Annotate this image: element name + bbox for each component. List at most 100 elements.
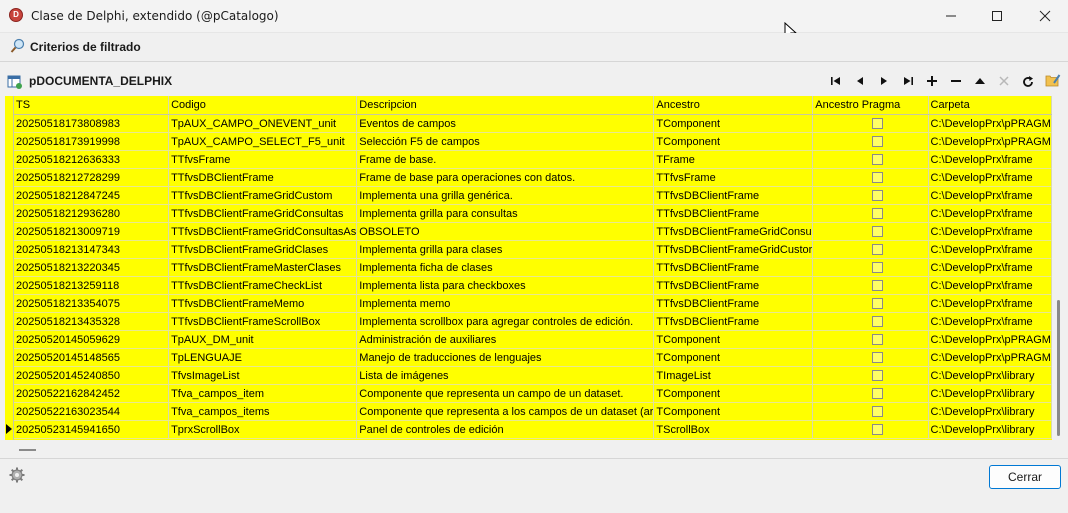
cell-carpeta[interactable]: C:\DevelopPrx\library [928, 384, 1052, 403]
cell-codigo[interactable]: TTfvsDBClientFrameGridConsultasAs [168, 222, 358, 241]
cell-ancestro[interactable]: TComponent [653, 402, 814, 421]
cell-ancestro[interactable]: TComponent [653, 330, 814, 349]
cell-codigo[interactable]: TTfvsDBClientFrameMemo [168, 294, 358, 313]
ancestro-pragma-checkbox[interactable] [872, 226, 884, 237]
cell-ancestro[interactable]: TTfvsDBClientFrame [653, 312, 814, 331]
prior-record-button[interactable] [849, 72, 871, 90]
cell-descripcion[interactable]: Panel de controles de edición [356, 420, 655, 439]
filter-bar[interactable]: Criterios de filtrado [0, 33, 1068, 60]
cell-carpeta[interactable]: C:\DevelopPrx\frame [928, 150, 1052, 169]
cell-ancestro[interactable]: TComponent [653, 114, 814, 133]
cell-ts[interactable]: 20250518213147343 [14, 240, 170, 259]
cell-codigo[interactable]: TTfvsDBClientFrameCheckList [168, 276, 358, 295]
cell-descripcion[interactable]: Implementa ficha de clases [356, 258, 655, 277]
table-row[interactable]: 20250522163023544 Tfva_campos_items Compon… [14, 402, 1052, 421]
cell-ancestro[interactable]: TTfvsDBClientFrame [653, 186, 814, 205]
cell-codigo[interactable]: Tfva_campos_items [168, 402, 358, 421]
table-row[interactable]: 20250520145059629 TpAUX_DM_unit Administra… [14, 330, 1052, 349]
cell-descripcion[interactable]: OBSOLETO [356, 222, 655, 241]
edit-record-button[interactable] [969, 72, 991, 90]
filter-criteria-label[interactable]: Criterios de filtrado [30, 40, 141, 54]
table-row[interactable]: 20250518212847245 TTfvsDBClientFrameGridC… [14, 186, 1052, 205]
cell-descripcion[interactable]: Manejo de traducciones de lenguajes [356, 348, 655, 367]
cell-ancestro[interactable]: TTfvsDBClientFrame [653, 294, 814, 313]
cell-descripcion[interactable]: Lista de imágenes [356, 366, 655, 385]
ancestro-pragma-checkbox[interactable] [872, 298, 884, 309]
cell-ancestro[interactable]: TTfvsDBClientFrameGridConsu [653, 222, 814, 241]
ancestro-pragma-checkbox[interactable] [872, 190, 884, 201]
cell-codigo[interactable]: TprxScrollBox [168, 420, 358, 439]
ancestro-pragma-checkbox[interactable] [872, 334, 884, 345]
table-row[interactable]: 20250518213435328 TTfvsDBClientFrameScrol… [14, 312, 1052, 331]
table-row[interactable]: 20250518213147343 TTfvsDBClientFrameGridC… [14, 240, 1052, 259]
close-button[interactable]: Cerrar [989, 465, 1061, 489]
cell-descripcion[interactable]: Implementa scrollbox para agregar contro… [356, 312, 655, 331]
cell-codigo[interactable]: TTfvsDBClientFrameMasterClases [168, 258, 358, 277]
cell-descripcion[interactable]: Implementa grilla para clases [356, 240, 655, 259]
first-record-button[interactable] [825, 72, 847, 90]
cell-descripcion[interactable]: Componente que representa a los campos d… [356, 402, 655, 421]
ancestro-pragma-checkbox[interactable] [872, 208, 884, 219]
ancestro-pragma-checkbox[interactable] [872, 316, 884, 327]
cancel-edit-button[interactable] [993, 72, 1015, 90]
cell-ts[interactable]: 20250520145240850 [14, 366, 170, 385]
cell-codigo[interactable]: TpAUX_CAMPO_ONEVENT_unit [168, 114, 358, 133]
cell-descripcion[interactable]: Eventos de campos [356, 114, 655, 133]
cell-codigo[interactable]: TTfvsDBClientFrameGridCustom [168, 186, 358, 205]
maximize-button[interactable] [974, 0, 1020, 32]
ancestro-pragma-checkbox[interactable] [872, 136, 884, 147]
ancestro-pragma-checkbox[interactable] [872, 172, 884, 183]
cell-carpeta[interactable]: C:\DevelopPrx\frame [928, 168, 1052, 187]
cell-descripcion[interactable]: Implementa grilla para consultas [356, 204, 655, 223]
cell-carpeta[interactable]: C:\DevelopPrx\pPRAGM [928, 348, 1052, 367]
cell-carpeta[interactable]: C:\DevelopPrx\frame [928, 276, 1052, 295]
cell-descripcion[interactable]: Frame de base. [356, 150, 655, 169]
cell-descripcion[interactable]: Selección F5 de campos [356, 132, 655, 151]
refresh-button[interactable] [1017, 72, 1039, 90]
delete-record-button[interactable] [945, 72, 967, 90]
cell-codigo[interactable]: TpAUX_DM_unit [168, 330, 358, 349]
insert-record-button[interactable] [921, 72, 943, 90]
cell-codigo[interactable]: TfvsImageList [168, 366, 358, 385]
cell-ts[interactable]: 20250523145941650 [14, 420, 170, 439]
cell-carpeta[interactable]: C:\DevelopPrx\library [928, 366, 1052, 385]
cell-codigo[interactable]: TTfvsDBClientFrameGridConsultas [168, 204, 358, 223]
minimize-button[interactable] [928, 0, 974, 32]
column-header-carpeta[interactable]: Carpeta [928, 96, 1052, 115]
cell-ancestro[interactable]: TComponent [653, 348, 814, 367]
cell-ts[interactable]: 20250520145148565 [14, 348, 170, 367]
cell-ts[interactable]: 20250520145059629 [14, 330, 170, 349]
data-table[interactable]: TS Codigo Descripcion Ancestro Ancestro … [14, 96, 1052, 439]
ancestro-pragma-checkbox[interactable] [872, 262, 884, 273]
cell-ts[interactable]: 20250522162842452 [14, 384, 170, 403]
cell-carpeta[interactable]: C:\DevelopPrx\pPRAGM [928, 132, 1052, 151]
cell-ancestro[interactable]: TTfvsDBClientFrame [653, 276, 814, 295]
cell-ts[interactable]: 20250518213259118 [14, 276, 170, 295]
cell-carpeta[interactable]: C:\DevelopPrx\pPRAGM [928, 114, 1052, 133]
ancestro-pragma-checkbox[interactable] [872, 118, 884, 129]
cell-ancestro[interactable]: TTfvsDBClientFrame [653, 204, 814, 223]
cell-ts[interactable]: 20250518213435328 [14, 312, 170, 331]
table-row[interactable]: 20250518212636333 TTfvsFrame Frame de base… [14, 150, 1052, 169]
cell-descripcion[interactable]: Implementa memo [356, 294, 655, 313]
cell-descripcion[interactable]: Administración de auxiliares [356, 330, 655, 349]
table-row[interactable]: 20250518212936280 TTfvsDBClientFrameGridC… [14, 204, 1052, 223]
cell-ts[interactable]: 20250518173808983 [14, 114, 170, 133]
cell-carpeta[interactable]: C:\DevelopPrx\frame [928, 204, 1052, 223]
cell-descripcion[interactable]: Componente que representa un campo de un… [356, 384, 655, 403]
cell-codigo[interactable]: TTfvsFrame [168, 150, 358, 169]
cell-ancestro[interactable]: TComponent [653, 384, 814, 403]
cell-descripcion[interactable]: Implementa una grilla genérica. [356, 186, 655, 205]
cell-codigo[interactable]: TTfvsDBClientFrameGridClases [168, 240, 358, 259]
table-row[interactable]: 20250522162842452 Tfva_campos_item Compone… [14, 384, 1052, 403]
cell-ancestro[interactable]: TTfvsDBClientFrameGridCustor [653, 240, 814, 259]
cell-carpeta[interactable]: C:\DevelopPrx\frame [928, 294, 1052, 313]
cell-ancestro[interactable]: TTfvsFrame [653, 168, 814, 187]
table-row[interactable]: 20250518173919998 TpAUX_CAMPO_SELECT_F5_u… [14, 132, 1052, 151]
cell-carpeta[interactable]: C:\DevelopPrx\pPRAGM [928, 330, 1052, 349]
ancestro-pragma-checkbox[interactable] [872, 424, 884, 435]
column-header-descripcion[interactable]: Descripcion [356, 96, 655, 115]
cell-ts[interactable]: 20250518213354075 [14, 294, 170, 313]
cell-carpeta[interactable]: C:\DevelopPrx\library [928, 402, 1052, 421]
cell-codigo[interactable]: Tfva_campos_item [168, 384, 358, 403]
